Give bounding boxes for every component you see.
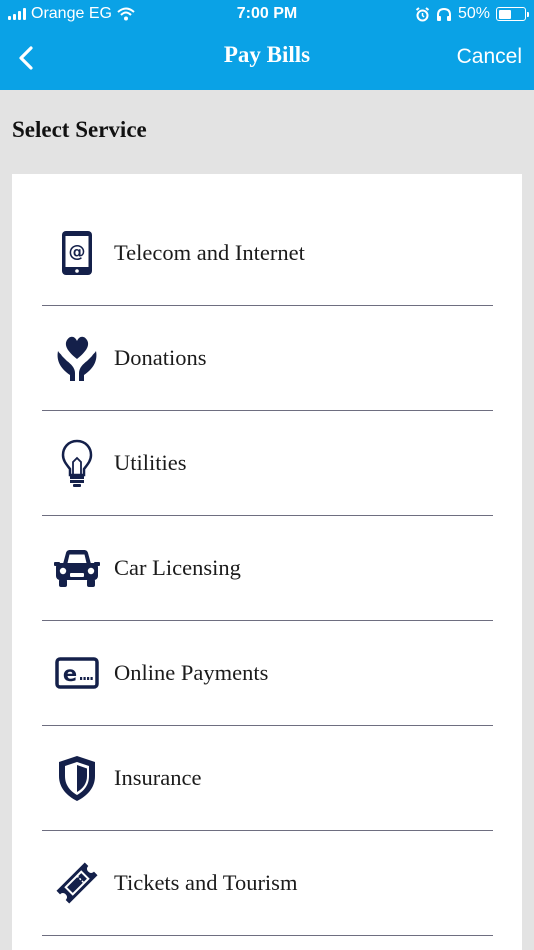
status-right: 50%: [415, 5, 529, 23]
alarm-icon: [415, 6, 430, 21]
navigation-bar: Pay Bills Cancel: [0, 28, 534, 90]
svg-text:e: e: [63, 662, 77, 686]
service-label: Insurance: [114, 765, 202, 790]
e-payment-icon: e: [54, 647, 100, 699]
service-item-insurance[interactable]: Insurance: [42, 726, 493, 831]
service-item-utilities[interactable]: Utilities: [42, 411, 493, 516]
lightbulb-icon: [54, 437, 100, 489]
ticket-icon: [54, 857, 100, 909]
service-item-online-payments[interactable]: e Online Payments: [42, 621, 493, 726]
service-label: Tickets and Tourism: [114, 870, 298, 895]
car-icon: [54, 542, 100, 594]
page-title: Pay Bills: [223, 42, 311, 67]
service-item-tickets[interactable]: Tickets and Tourism: [42, 831, 493, 936]
service-label: Donations: [114, 345, 207, 370]
section-title: Select Service: [12, 117, 147, 142]
status-bar: Orange EG 7:00 PM 50%: [0, 0, 534, 28]
service-item-telecom[interactable]: @ Telecom and Internet: [42, 201, 493, 306]
phone-at-icon: @: [54, 227, 100, 279]
service-item-donations[interactable]: Donations: [42, 306, 493, 411]
battery-percent: 50%: [457, 5, 490, 22]
service-list: @ Telecom and Internet Donations Utiliti…: [12, 174, 522, 950]
heart-hands-icon: [54, 332, 100, 384]
service-item-car-licensing[interactable]: Car Licensing: [42, 516, 493, 621]
shield-icon: [54, 752, 100, 804]
service-label: Telecom and Internet: [114, 240, 305, 265]
svg-text:@: @: [69, 242, 86, 262]
cancel-button[interactable]: Cancel: [457, 45, 522, 69]
app-header: Orange EG 7:00 PM 50% Pay Bills Cancel: [0, 0, 534, 90]
battery-icon: [496, 7, 529, 21]
service-label: Utilities: [114, 450, 187, 475]
service-label: Car Licensing: [114, 555, 241, 580]
headphones-icon: [436, 7, 451, 21]
battery-fill: [498, 9, 511, 19]
service-label: Online Payments: [114, 660, 269, 685]
